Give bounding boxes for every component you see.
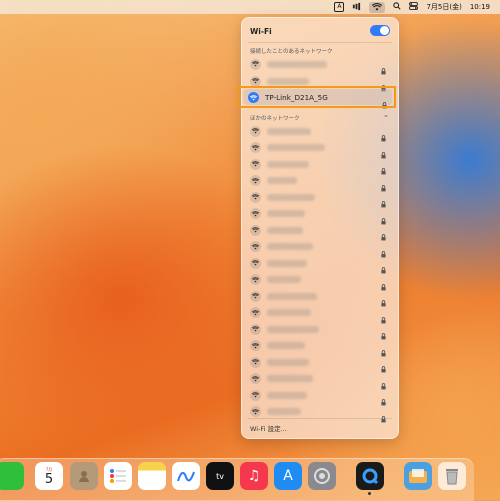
- facetime-icon[interactable]: [0, 462, 24, 490]
- apple-tv-icon[interactable]: tv: [206, 462, 234, 490]
- calendar-day: 5: [44, 471, 54, 487]
- wifi-icon: [250, 158, 261, 170]
- reminders-icon[interactable]: [104, 462, 132, 490]
- lock-icon: [381, 408, 386, 427]
- network-name-redacted: [267, 60, 327, 68]
- wifi-icon: [250, 125, 261, 137]
- network-row[interactable]: [248, 256, 392, 274]
- apple-tv-label: tv: [216, 471, 224, 481]
- wifi-icon: [250, 257, 261, 269]
- wifi-icon: [250, 142, 261, 153]
- network-row[interactable]: [248, 372, 392, 389]
- network-row[interactable]: [248, 388, 392, 406]
- control-center-icon[interactable]: [409, 2, 419, 12]
- notes-icon[interactable]: [138, 462, 166, 490]
- wifi-icon: [250, 241, 261, 252]
- network-row[interactable]: [248, 289, 392, 307]
- network-name-redacted: [267, 391, 307, 399]
- system-settings-icon[interactable]: [308, 462, 336, 490]
- network-row[interactable]: [248, 157, 392, 175]
- input-source-indicator[interactable]: A: [334, 2, 345, 12]
- wifi-icon: [250, 356, 261, 368]
- network-name-redacted: [267, 243, 313, 250]
- network-row[interactable]: [248, 57, 392, 75]
- wifi-icon: [250, 208, 261, 219]
- contacts-icon[interactable]: [70, 462, 98, 490]
- trash-icon[interactable]: [438, 462, 466, 490]
- network-name-redacted: [267, 375, 313, 382]
- network-row[interactable]: [248, 124, 392, 142]
- wifi-menu-panel: Wi-Fi 接続したことのあるネットワーク ほかのネットワーク ⌄ Wi-Fi …: [241, 17, 399, 439]
- network-name-redacted: [267, 210, 305, 217]
- network-name-redacted: [267, 226, 303, 234]
- quicktime-icon[interactable]: [356, 462, 384, 490]
- network-name-redacted: [267, 177, 297, 184]
- wifi-title: Wi-Fi: [250, 27, 272, 36]
- network-name-redacted: [267, 292, 317, 300]
- network-name-redacted: [267, 408, 301, 415]
- wifi-menu-icon[interactable]: [369, 1, 386, 13]
- menubar-time[interactable]: 10:19: [470, 3, 490, 11]
- network-row[interactable]: [248, 190, 392, 208]
- audio-icon[interactable]: [352, 2, 361, 13]
- network-row[interactable]: [248, 322, 392, 340]
- network-name-redacted: [267, 77, 309, 85]
- network-row[interactable]: [248, 223, 392, 241]
- wifi-icon: [250, 290, 261, 302]
- network-name-redacted: [267, 358, 309, 366]
- downloads-folder-icon[interactable]: [404, 462, 432, 490]
- calendar-icon[interactable]: 7月 5: [35, 462, 63, 490]
- highlight-box: [237, 86, 396, 108]
- network-row[interactable]: [248, 240, 392, 257]
- network-name-redacted: [267, 160, 309, 168]
- music-icon[interactable]: ♫: [240, 462, 268, 490]
- network-row[interactable]: [248, 405, 392, 422]
- wifi-icon: [250, 307, 261, 318]
- network-name-redacted: [267, 144, 325, 151]
- network-name-redacted: [267, 259, 307, 267]
- network-row[interactable]: [248, 174, 392, 191]
- menubar-date[interactable]: 7月5日(金): [426, 2, 461, 12]
- wifi-icon: [250, 191, 261, 203]
- freeform-icon[interactable]: [172, 462, 200, 490]
- wifi-icon: [250, 175, 261, 186]
- wifi-settings-link[interactable]: Wi-Fi 設定...: [250, 423, 287, 433]
- wifi-icon: [250, 340, 261, 351]
- network-name-redacted: [267, 193, 315, 201]
- network-row[interactable]: [248, 306, 392, 323]
- wifi-icon: [250, 406, 261, 417]
- network-name-redacted: [267, 309, 311, 316]
- wifi-icon: [250, 323, 261, 335]
- known-networks-label: 接続したことのあるネットワーク: [250, 49, 333, 55]
- running-indicator: [368, 492, 371, 495]
- other-networks-label: ほかのネットワーク: [250, 116, 300, 122]
- menu-bar: A 7月5日(金) 10:19: [0, 0, 500, 14]
- network-row[interactable]: [248, 355, 392, 373]
- network-row[interactable]: [248, 207, 392, 224]
- wifi-icon: [250, 224, 261, 236]
- network-row[interactable]: [248, 141, 392, 158]
- wifi-icon: [250, 58, 261, 70]
- network-name-redacted: [267, 127, 311, 135]
- divider: [248, 418, 392, 419]
- search-icon[interactable]: [393, 2, 402, 12]
- wifi-toggle[interactable]: [370, 25, 390, 36]
- wifi-icon: [250, 274, 261, 285]
- network-name-redacted: [267, 342, 305, 349]
- network-row[interactable]: [248, 339, 392, 356]
- wifi-icon: [250, 373, 261, 384]
- network-row[interactable]: [248, 273, 392, 290]
- network-name-redacted: [267, 276, 301, 283]
- divider: [248, 42, 392, 43]
- app-store-icon[interactable]: A: [274, 462, 302, 490]
- wifi-icon: [250, 389, 261, 401]
- network-name-redacted: [267, 325, 319, 333]
- wifi-icon: [250, 75, 261, 87]
